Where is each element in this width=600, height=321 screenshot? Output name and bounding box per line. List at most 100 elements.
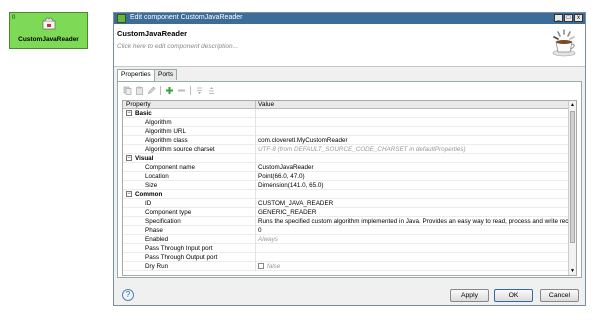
column-value[interactable]: Value	[258, 101, 274, 108]
cell-divider	[255, 217, 256, 226]
cell-divider	[255, 226, 256, 235]
reader-icon	[42, 17, 56, 30]
property-name: Specification	[145, 218, 181, 225]
property-value[interactable]: UTF-8 (from DEFAULT_SOURCE_CODE_CHARSET …	[258, 146, 568, 153]
scrollbar-thumb[interactable]	[570, 111, 575, 243]
cancel-button[interactable]: Cancel	[540, 289, 579, 302]
table-row[interactable]: Enabled Always	[123, 235, 570, 244]
property-name: Algorithm source charset	[145, 146, 215, 153]
cell-divider	[255, 244, 256, 253]
table-header: Property Value	[123, 101, 570, 109]
node-label: CustomJavaReader	[18, 36, 79, 43]
cell-divider	[255, 154, 256, 163]
table-row[interactable]: Location Point(66.0, 47.0)	[123, 172, 570, 181]
cell-divider	[255, 172, 256, 181]
cell-divider	[255, 109, 256, 118]
table-row[interactable]: ID CUSTOM_JAVA_READER	[123, 199, 570, 208]
close-button[interactable]: x	[574, 14, 583, 22]
cell-divider	[255, 118, 256, 127]
table-row[interactable]: Component name CustomJavaReader	[123, 163, 570, 172]
group-row-basic[interactable]: − Basic	[123, 109, 570, 118]
column-divider	[255, 101, 256, 109]
property-name: Dry Run	[145, 263, 169, 270]
component-node[interactable]: 0 CustomJavaReader	[9, 12, 88, 49]
property-name: Size	[145, 182, 158, 189]
cell-divider	[255, 262, 256, 271]
maximize-button[interactable]: □	[564, 14, 573, 22]
table-row[interactable]: Algorithm source charset UTF-8 (from DEFA…	[123, 145, 570, 154]
table-row[interactable]: Component type GENERIC_READER	[123, 208, 570, 217]
table-row[interactable]: Algorithm	[123, 118, 570, 127]
property-value[interactable]: CUSTOM_JAVA_READER	[258, 200, 568, 207]
help-button[interactable]: ?	[122, 289, 134, 301]
group-label: Visual	[135, 155, 154, 162]
property-value[interactable]: Point(66.0, 47.0)	[258, 173, 568, 180]
move-up-icon[interactable]	[207, 86, 216, 95]
cell-divider	[255, 127, 256, 136]
minimize-button[interactable]: _	[554, 14, 563, 22]
group-label: Common	[135, 191, 163, 198]
property-name: Pass Through Input port	[145, 245, 213, 252]
properties-panel: Property Value − Basic Algorithm Algorit…	[117, 81, 582, 278]
toolbar-separator	[160, 86, 161, 95]
property-value[interactable]: Dimension(141.0, 65.0)	[258, 182, 568, 189]
property-value[interactable]: GENERIC_READER	[258, 209, 568, 216]
table-row[interactable]: Size Dimension(141.0, 65.0)	[123, 181, 570, 190]
property-name: ID	[145, 200, 152, 207]
group-row-common[interactable]: − Common	[123, 190, 570, 199]
property-name: Component type	[145, 209, 192, 216]
column-property[interactable]: Property	[126, 101, 151, 108]
toolbar-separator	[190, 86, 191, 95]
apply-button[interactable]: Apply	[450, 289, 489, 302]
tab-properties[interactable]: Properties	[117, 69, 155, 81]
table-row[interactable]: Algorithm class com.cloveretl.MyCustomRea…	[123, 136, 570, 145]
cell-divider	[255, 145, 256, 154]
add-icon[interactable]	[165, 86, 174, 95]
dry-run-checkbox[interactable]	[258, 263, 264, 270]
properties-toolbar	[118, 82, 581, 99]
group-row-visual[interactable]: − Visual	[123, 154, 570, 163]
cell-divider	[255, 235, 256, 244]
scroll-down-icon[interactable]: ▼	[569, 267, 576, 275]
table-row[interactable]: Pass Through Input port	[123, 244, 570, 253]
component-description[interactable]: Click here to edit component description…	[117, 43, 238, 50]
cell-divider	[255, 199, 256, 208]
property-value[interactable]: CustomJavaReader	[258, 164, 568, 171]
dialog-header: CustomJavaReader Click here to edit comp…	[114, 24, 585, 67]
edit-icon[interactable]	[147, 86, 156, 95]
table-row[interactable]: Algorithm URL	[123, 127, 570, 136]
port-number: 0	[12, 15, 16, 21]
property-name: Pass Through Output port	[145, 254, 218, 261]
property-name: Phase	[145, 227, 163, 234]
cell-divider	[255, 163, 256, 172]
cell-divider	[255, 136, 256, 145]
dry-run-value: false	[267, 263, 281, 270]
collapse-toggle-icon[interactable]: −	[126, 110, 132, 116]
property-name: Algorithm class	[145, 137, 188, 144]
property-name: Location	[145, 173, 169, 180]
property-value[interactable]: false	[258, 263, 568, 270]
property-value[interactable]: 0	[258, 227, 568, 234]
remove-icon[interactable]	[177, 86, 186, 95]
edit-component-dialog: Edit component CustomJavaReader _ □ x Cu…	[113, 12, 586, 306]
property-value[interactable]: Always	[258, 236, 568, 243]
group-label: Basic	[135, 110, 152, 117]
title-bar[interactable]: Edit component CustomJavaReader _ □ x	[114, 13, 585, 24]
tab-ports[interactable]: Ports	[154, 69, 178, 80]
table-row[interactable]: Specification Runs the specified custom a…	[123, 217, 570, 226]
vertical-scrollbar[interactable]: ▲ ▼	[568, 101, 576, 275]
paste-icon[interactable]	[135, 86, 144, 95]
property-value[interactable]: com.cloveretl.MyCustomReader	[258, 137, 568, 144]
table-row[interactable]: Phase 0	[123, 226, 570, 235]
cell-divider	[255, 190, 256, 199]
property-value[interactable]: Runs the specified custom algorithm impl…	[258, 218, 568, 225]
collapse-toggle-icon[interactable]: −	[126, 155, 132, 161]
copy-icon[interactable]	[123, 86, 132, 95]
collapse-toggle-icon[interactable]: −	[126, 191, 132, 197]
move-down-icon[interactable]	[195, 86, 204, 95]
ok-button[interactable]: OK	[494, 289, 533, 302]
table-body: − Basic Algorithm Algorithm URL Algorith…	[123, 109, 570, 271]
table-row[interactable]: Pass Through Output port	[123, 253, 570, 262]
scroll-up-icon[interactable]: ▲	[569, 101, 576, 109]
table-row[interactable]: Dry Run false	[123, 262, 570, 271]
